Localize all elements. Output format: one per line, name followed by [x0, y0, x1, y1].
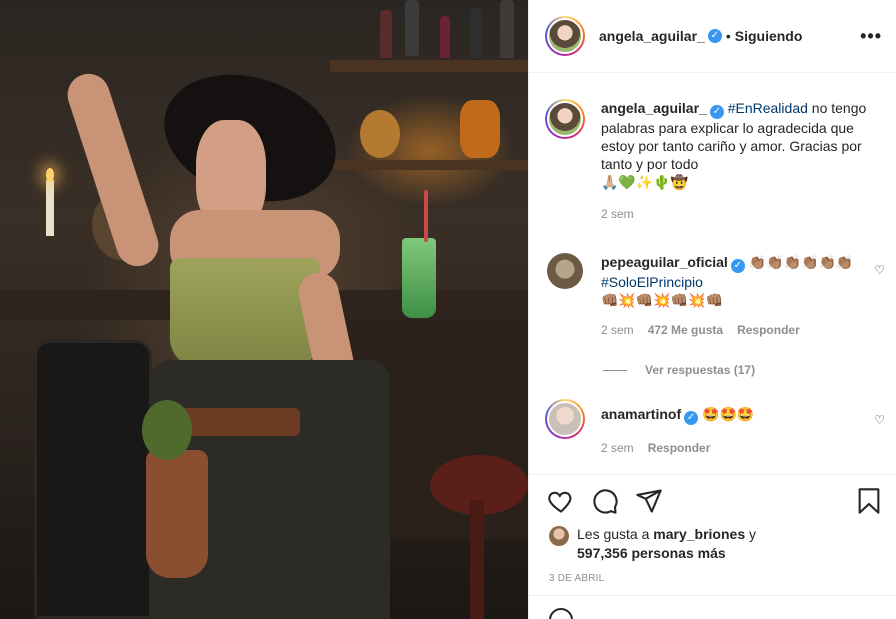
commenter-avatar[interactable]	[547, 253, 583, 289]
holster	[146, 450, 208, 578]
following-button[interactable]: Siguiendo	[735, 28, 803, 44]
likes-text: Les gusta a mary_briones y 597,356 perso…	[577, 525, 756, 563]
verified-badge-icon: ✓	[730, 259, 745, 273]
replies-line	[603, 369, 627, 371]
paper-plane-icon[interactable]	[635, 487, 663, 515]
reply-button[interactable]: Responder	[648, 439, 711, 457]
author-avatar[interactable]	[545, 16, 585, 56]
liker-avatar[interactable]	[549, 526, 569, 546]
likes-count[interactable]: 597,356 personas más	[577, 545, 726, 561]
more-options-icon[interactable]: •••	[860, 26, 882, 47]
caption-username[interactable]: angela_aguilar_	[601, 100, 707, 116]
comment-body: anamartinof ✓ 🤩🤩🤩 2 sem Responder	[601, 405, 885, 457]
green-drink	[402, 238, 436, 318]
caption-avatar[interactable]	[545, 99, 585, 139]
post-sidebar: angela_aguilar_ ✓ • Siguiendo ••• angela…	[528, 0, 896, 619]
corset	[170, 258, 320, 368]
commenter-avatar[interactable]	[545, 399, 585, 439]
caption: angela_aguilar_ ✓ #EnRealidad no tengo pa…	[545, 99, 885, 223]
author-username[interactable]: angela_aguilar_	[599, 28, 705, 44]
post-photo[interactable]	[0, 0, 528, 619]
comment-username[interactable]: anamartinof	[601, 406, 681, 422]
shelf	[330, 60, 528, 72]
comment-time[interactable]: 2 sem	[601, 321, 634, 339]
reply-button[interactable]: Responder	[737, 321, 800, 339]
verified-badge-icon: ✓	[707, 29, 722, 43]
comment-meta: 2 sem Responder	[601, 439, 885, 457]
comment-time[interactable]: 2 sem	[601, 439, 634, 457]
view-replies-button[interactable]: Ver respuestas (17)	[603, 363, 755, 377]
comment-hashtag[interactable]: #SoloElPrincipio	[601, 274, 703, 290]
likes-prefix: Les gusta a	[577, 526, 654, 542]
heart-icon[interactable]	[547, 487, 575, 515]
lamp	[360, 110, 400, 158]
caption-emojis: 🙏🏼💚✨🌵🤠	[601, 174, 689, 190]
comment-like-heart-icon[interactable]: ♡	[874, 413, 885, 427]
bottle	[470, 8, 482, 58]
add-comment-bar	[529, 595, 896, 619]
comment-icon[interactable]	[591, 487, 619, 515]
comment-text: 🤩🤩🤩	[702, 406, 755, 422]
stool-leg	[470, 500, 484, 619]
candle-flame	[46, 168, 54, 182]
post-date[interactable]: 3 DE ABRIL	[549, 573, 604, 584]
caption-body: angela_aguilar_ ✓ #EnRealidad no tengo pa…	[601, 99, 885, 223]
bookmark-icon[interactable]	[855, 487, 883, 515]
emoji-icon[interactable]	[549, 608, 573, 619]
post-header: angela_aguilar_ ✓ • Siguiendo •••	[529, 0, 896, 73]
view-replies-label: Ver respuestas (17)	[645, 363, 756, 377]
comment-emojis: 👊🏽💥👊🏽💥👊🏽💥👊🏽	[601, 292, 724, 308]
caption-hashtag[interactable]: #EnRealidad	[728, 100, 808, 116]
liker-username[interactable]: mary_briones	[653, 526, 745, 542]
comment-meta: 2 sem 472 Me gusta Responder	[601, 321, 885, 339]
verified-badge-icon: ✓	[709, 105, 724, 119]
caption-meta: 2 sem	[601, 205, 885, 223]
candle	[46, 180, 54, 236]
likes-middle: y	[745, 526, 756, 542]
bottle	[440, 16, 450, 58]
bottle	[405, 0, 419, 56]
verified-badge-icon: ✓	[684, 411, 699, 425]
comment-item: pepeaguilar_oficial ✓ 👏🏽👏🏽👏🏽👏🏽👏🏽👏🏽 #SoloE…	[545, 253, 885, 339]
lamp	[460, 100, 500, 158]
comment-item: anamartinof ✓ 🤩🤩🤩 2 sem Responder ♡	[545, 399, 885, 457]
likes-summary: Les gusta a mary_briones y 597,356 perso…	[549, 525, 756, 563]
separator-dot: •	[725, 28, 731, 44]
caption-time[interactable]: 2 sem	[601, 205, 634, 223]
plant	[142, 400, 192, 460]
bottle	[380, 10, 392, 58]
bottle	[500, 0, 514, 58]
comment-username[interactable]: pepeaguilar_oficial	[601, 254, 728, 270]
comment-like-heart-icon[interactable]: ♡	[874, 263, 885, 277]
comment-likes[interactable]: 472 Me gusta	[648, 321, 723, 339]
action-icons	[545, 487, 883, 517]
comment-body: pepeaguilar_oficial ✓ 👏🏽👏🏽👏🏽👏🏽👏🏽👏🏽 #SoloE…	[601, 253, 885, 339]
post-actions: Les gusta a mary_briones y 597,356 perso…	[529, 474, 896, 619]
comment-emojis: 👏🏽👏🏽👏🏽👏🏽👏🏽👏🏽	[748, 254, 854, 270]
chair	[34, 340, 152, 619]
straw	[424, 190, 428, 242]
shelf	[330, 160, 528, 170]
comments-section: angela_aguilar_ ✓ #EnRealidad no tengo pa…	[529, 73, 896, 473]
